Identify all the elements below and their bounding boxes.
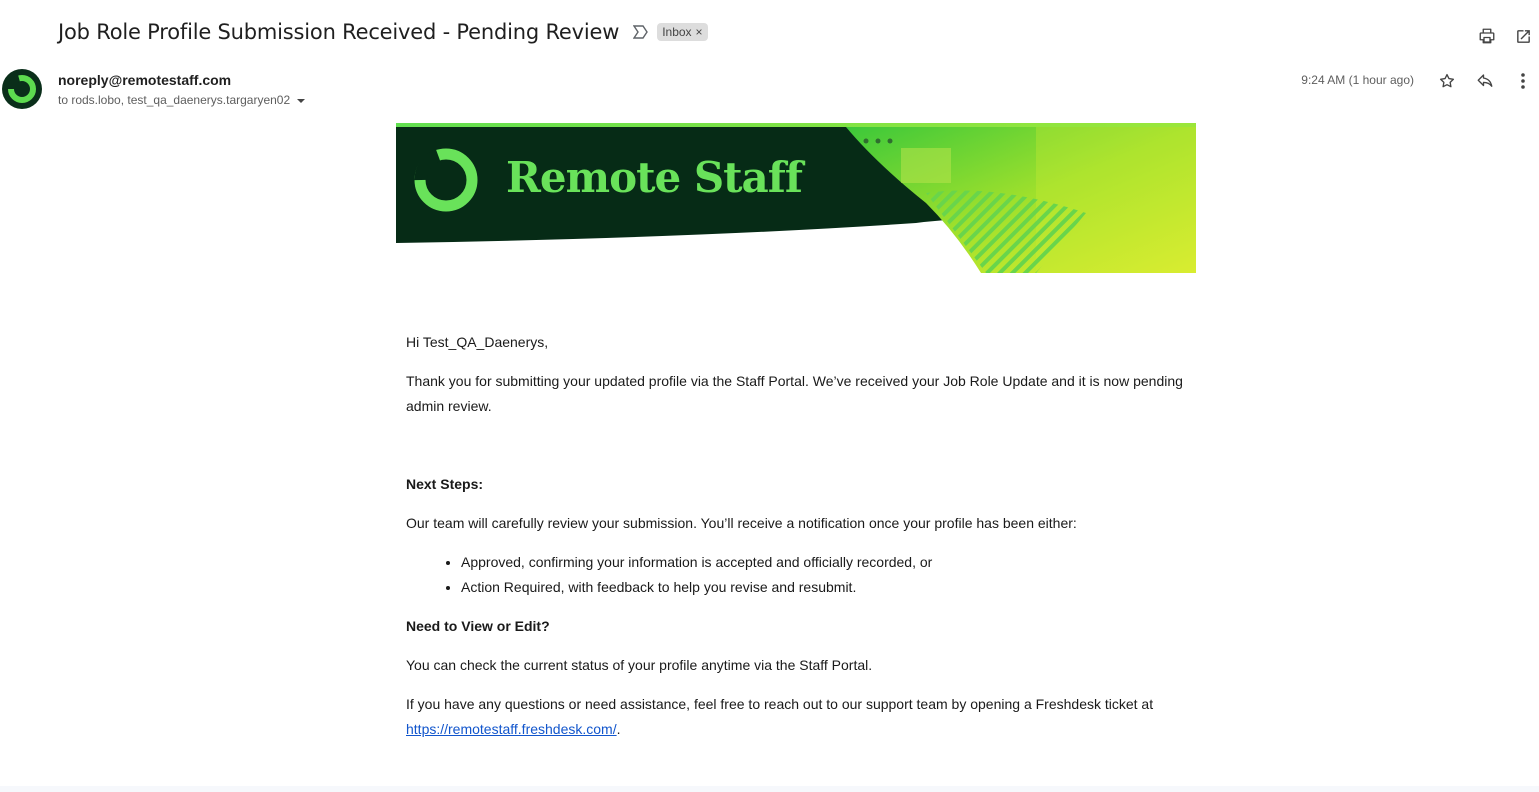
star-icon[interactable] (1437, 71, 1457, 91)
list-item: Action Required, with feedback to help y… (461, 575, 1196, 600)
sender-avatar[interactable] (2, 69, 42, 109)
list-item: Approved, confirming your information is… (461, 550, 1196, 575)
remove-label-button[interactable]: × (696, 25, 703, 39)
next-steps-paragraph: Our team will carefully review your subm… (406, 515, 1077, 531)
subject-row: Job Role Profile Submission Received - P… (58, 20, 708, 44)
email-subject: Job Role Profile Submission Received - P… (58, 20, 620, 44)
email-body: Hi Test_QA_Daenerys, Thank you for submi… (406, 330, 1196, 756)
inbox-label-chip[interactable]: Inbox × (657, 23, 708, 41)
open-in-new-window-icon[interactable] (1513, 26, 1533, 46)
importance-marker-icon[interactable] (632, 25, 649, 39)
banner-brand-text: Remote Staff (506, 153, 803, 202)
view-edit-heading: Need to View or Edit? (406, 618, 550, 634)
email-view: Job Role Profile Submission Received - P… (0, 0, 1539, 792)
support-text: If you have any questions or need assist… (406, 696, 1154, 712)
email-timestamp: 9:24 AM (1 hour ago) (1301, 73, 1414, 87)
print-icon[interactable] (1477, 26, 1497, 46)
more-vertical-icon[interactable] (1513, 71, 1533, 91)
footer-strip (0, 786, 1539, 792)
reply-icon[interactable] (1475, 71, 1495, 91)
sender-actions (1437, 71, 1533, 91)
greeting: Hi Test_QA_Daenerys, (406, 334, 549, 350)
sender-email[interactable]: noreply@remotestaff.com (58, 72, 231, 88)
support-end: . (616, 721, 621, 737)
top-actions (1477, 26, 1533, 46)
freshdesk-link[interactable]: https://remotestaff.freshdesk.com/ (406, 721, 617, 737)
support-paragraph: If you have any questions or need assist… (406, 692, 1196, 742)
recipients-line: to rods.lobo, test_qa_daenerys.targaryen… (58, 93, 306, 107)
status-list: Approved, confirming your information is… (406, 550, 1196, 600)
label-chip-text: Inbox (662, 25, 692, 39)
caret-down-icon[interactable] (296, 95, 306, 105)
recipients-text: to rods.lobo, test_qa_daenerys.targaryen… (58, 93, 291, 107)
remote-staff-banner: Remote Staff (396, 123, 1196, 273)
view-edit-paragraph: You can check the current status of your… (406, 657, 873, 673)
intro-paragraph: Thank you for submitting your updated pr… (406, 373, 1183, 414)
next-steps-heading: Next Steps: (406, 476, 484, 492)
